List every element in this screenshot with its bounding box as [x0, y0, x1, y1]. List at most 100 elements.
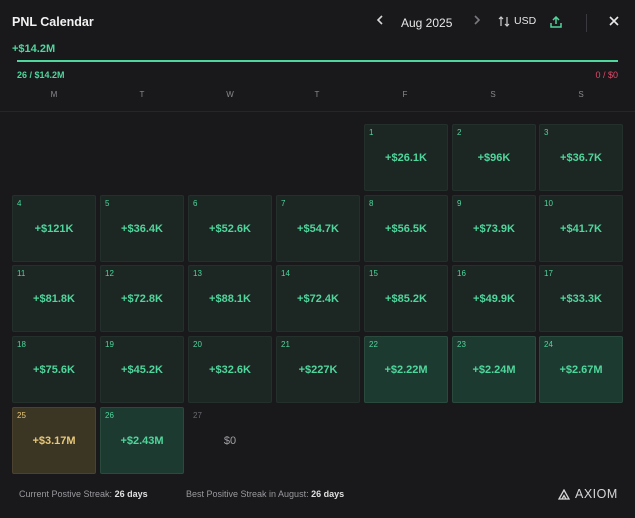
day-pnl: +$36.4K	[121, 223, 163, 235]
day-cell[interactable]: 12 +$72.8K	[100, 265, 184, 332]
day-cell[interactable]: 15 +$85.2K	[364, 265, 448, 332]
day-number: 13	[193, 269, 202, 278]
day-cell[interactable]: 21 +$227K	[276, 336, 360, 403]
day-cell[interactable]: 7 +$54.7K	[276, 195, 360, 262]
current-streak: Current Postive Streak: 26 days	[19, 489, 148, 499]
day-number: 5	[105, 199, 110, 208]
share-button[interactable]	[550, 15, 562, 33]
brand-name: AXIOM	[575, 487, 618, 501]
day-pnl: +$2.67M	[559, 364, 603, 376]
day-pnl: +$32.6K	[209, 364, 251, 376]
weekday-label: F	[402, 90, 408, 99]
currency-toggle[interactable]: USD	[498, 15, 536, 27]
day-pnl: +$2.24M	[472, 364, 516, 376]
close-button[interactable]	[609, 14, 619, 29]
pnl-progress-bar	[17, 60, 618, 62]
day-pnl: $0	[223, 435, 237, 447]
day-number: 27	[193, 411, 202, 420]
header-divider	[586, 14, 587, 32]
day-pnl: +$73.9K	[473, 223, 515, 235]
day-cell[interactable]: 9 +$73.9K	[452, 195, 536, 262]
header-separator	[0, 111, 635, 112]
day-cell[interactable]: 24 +$2.67M	[539, 336, 623, 403]
day-cell[interactable]: 4 +$121K	[12, 195, 96, 262]
weekday-label: S	[490, 90, 496, 99]
day-cell[interactable]: 13 +$88.1K	[188, 265, 272, 332]
day-cell[interactable]: 6 +$52.6K	[188, 195, 272, 262]
day-pnl: +$2.43M	[120, 435, 164, 447]
day-number: 11	[17, 269, 26, 278]
day-cell[interactable]: 8 +$56.5K	[364, 195, 448, 262]
day-cell[interactable]: 26 +$2.43M	[100, 407, 184, 474]
close-icon	[609, 16, 619, 26]
day-cell[interactable]: 11 +$81.8K	[12, 265, 96, 332]
day-number: 10	[544, 199, 553, 208]
header: PNL Calendar Aug 2025 USD	[0, 0, 635, 46]
share-icon	[550, 15, 562, 28]
day-number: 17	[544, 269, 553, 278]
current-streak-value: 26 days	[114, 489, 148, 499]
day-cell[interactable]: 18 +$75.6K	[12, 336, 96, 403]
day-number: 12	[105, 269, 114, 278]
total-pnl: +$14.2M	[12, 43, 56, 55]
positive-days-count: 26 / $14.2M	[17, 70, 65, 80]
best-streak: Best Positive Streak in August: 26 days	[186, 489, 344, 499]
day-pnl: +$81.8K	[33, 293, 75, 305]
weekday-label: W	[226, 90, 234, 99]
day-cell[interactable]: 27 $0	[188, 407, 272, 474]
day-number: 21	[281, 340, 290, 349]
day-cell[interactable]: 20 +$32.6K	[188, 336, 272, 403]
day-number: 18	[17, 340, 26, 349]
day-number: 8	[369, 199, 374, 208]
day-pnl: +$72.8K	[121, 293, 163, 305]
day-pnl: +$2.22M	[384, 364, 428, 376]
weekday-label: S	[578, 90, 584, 99]
day-pnl: +$3.17M	[32, 435, 76, 447]
sort-arrows-icon	[498, 15, 510, 27]
day-pnl: +$121K	[34, 223, 74, 235]
best-streak-value: 26 days	[311, 489, 345, 499]
day-number: 22	[369, 340, 378, 349]
page-title: PNL Calendar	[12, 15, 94, 29]
day-number: 20	[193, 340, 202, 349]
day-number: 1	[369, 128, 374, 137]
day-cell[interactable]: 23 +$2.24M	[452, 336, 536, 403]
best-streak-label: Best Positive Streak in August:	[186, 489, 309, 499]
day-cell[interactable]: 25 +$3.17M	[12, 407, 96, 474]
next-month-button[interactable]	[473, 13, 481, 28]
prev-month-button[interactable]	[376, 13, 384, 28]
day-number: 16	[457, 269, 466, 278]
day-number: 14	[281, 269, 290, 278]
day-number: 25	[17, 411, 26, 420]
day-pnl: +$227K	[298, 364, 338, 376]
day-pnl: +$41.7K	[560, 223, 602, 235]
day-cell[interactable]: 16 +$49.9K	[452, 265, 536, 332]
day-pnl: +$26.1K	[385, 152, 427, 164]
day-cell[interactable]: 5 +$36.4K	[100, 195, 184, 262]
day-cell[interactable]: 19 +$45.2K	[100, 336, 184, 403]
day-pnl: +$49.9K	[473, 293, 515, 305]
day-pnl: +$72.4K	[297, 293, 339, 305]
day-number: 9	[457, 199, 462, 208]
day-pnl: +$36.7K	[560, 152, 602, 164]
day-pnl: +$56.5K	[385, 223, 427, 235]
day-cell[interactable]: 3 +$36.7K	[539, 124, 623, 191]
day-pnl: +$54.7K	[297, 223, 339, 235]
day-cell[interactable]: 10 +$41.7K	[539, 195, 623, 262]
day-cell[interactable]: 14 +$72.4K	[276, 265, 360, 332]
day-cell[interactable]: 22 +$2.22M	[364, 336, 448, 403]
weekday-label: M	[50, 90, 58, 99]
current-streak-label: Current Postive Streak:	[19, 489, 113, 499]
day-cell[interactable]: 17 +$33.3K	[539, 265, 623, 332]
day-cell[interactable]: 1 +$26.1K	[364, 124, 448, 191]
axiom-logo-icon	[558, 488, 570, 500]
day-number: 23	[457, 340, 466, 349]
day-pnl: +$33.3K	[560, 293, 602, 305]
day-pnl: +$75.6K	[33, 364, 75, 376]
day-cell[interactable]: 2 +$96K	[452, 124, 536, 191]
day-number: 4	[17, 199, 22, 208]
day-pnl: +$88.1K	[209, 293, 251, 305]
currency-label: USD	[514, 15, 537, 27]
negative-days-count: 0 / $0	[595, 70, 618, 80]
day-pnl: +$45.2K	[121, 364, 163, 376]
